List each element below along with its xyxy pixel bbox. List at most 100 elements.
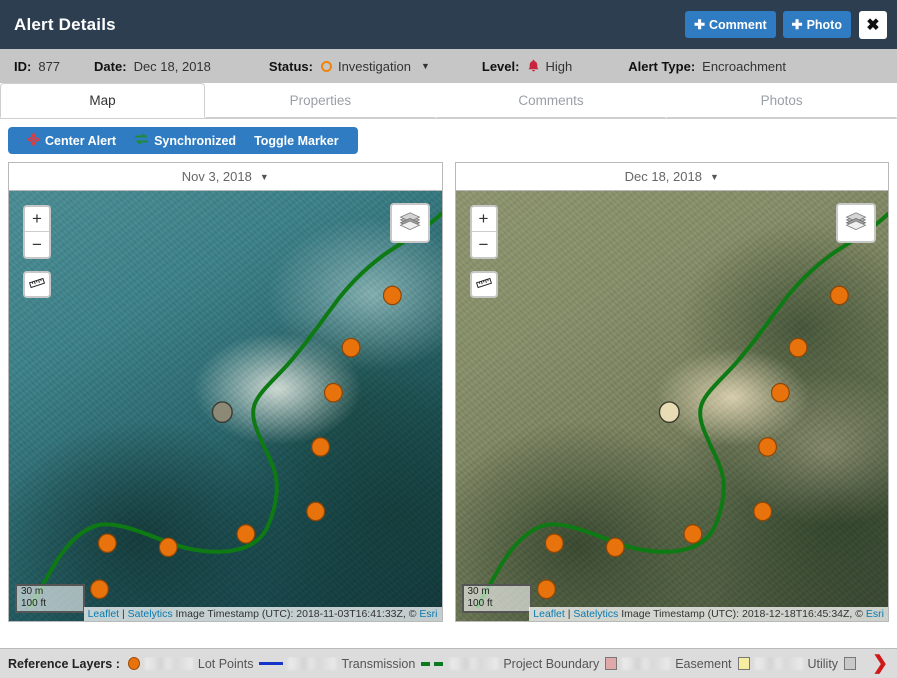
tab-properties[interactable]: Properties	[205, 83, 436, 118]
legend-item-label: Project Boundary	[503, 656, 600, 671]
image-timestamp: Image Timestamp (UTC): 2018-12-18T16:45:…	[618, 608, 866, 620]
legend-item[interactable]: Easement	[605, 657, 737, 671]
esri-link[interactable]: Esri	[866, 608, 884, 620]
legend-redacted-text	[754, 657, 803, 670]
legend-item[interactable]: Project Boundary	[421, 657, 605, 671]
add-comment-label: Comment	[709, 17, 767, 32]
plus-icon: ✚	[791, 17, 803, 32]
status-circle-icon	[320, 60, 332, 72]
map-left-date-label: Nov 3, 2018	[181, 169, 252, 184]
toggle-marker-label: Toggle Marker	[254, 133, 339, 148]
map-right-measure-button[interactable]	[469, 271, 498, 298]
ruler-icon	[475, 276, 492, 294]
map-right-canvas[interactable]: + − 30 m 100 ft Leaflet | Satelytics Ima…	[455, 191, 888, 621]
legend-item[interactable]	[844, 657, 857, 670]
status-dropdown[interactable]: Status: Investigation ▼	[269, 59, 430, 74]
legend-item-label: Utility	[807, 656, 839, 671]
tab-photos[interactable]: Photos	[666, 83, 897, 118]
legend-redacted-text	[288, 657, 337, 670]
tab-bar: Map Properties Comments Photos	[0, 83, 897, 119]
tab-comments[interactable]: Comments	[435, 83, 667, 118]
lot-point-marker[interactable]	[341, 337, 361, 358]
legend-title: Reference Layers :	[8, 656, 120, 671]
map-left-overlay-layer	[28, 211, 442, 609]
provider-link[interactable]: Satelytics	[573, 608, 618, 620]
lot-point-marker[interactable]	[306, 501, 326, 522]
chevron-down-icon: ▼	[420, 61, 430, 71]
map-left-measure-button[interactable]	[23, 271, 51, 298]
zoom-out-button[interactable]: −	[25, 232, 49, 257]
lot-point-marker[interactable]	[605, 537, 625, 558]
status-badge: Investigation	[337, 58, 411, 74]
add-comment-button[interactable]: ✚ Comment	[685, 11, 776, 38]
lot-point-marker[interactable]	[544, 533, 564, 554]
lot-point-marker[interactable]	[536, 579, 556, 600]
map-left-date-dropdown[interactable]: Nov 3, 2018 ▼	[9, 163, 442, 191]
map-right-scalebar: 30 m 100 ft	[461, 584, 532, 613]
zoom-in-button[interactable]: +	[25, 207, 49, 232]
map-left-canvas[interactable]: + − 30 m 100 ft Leaflet | Satelytics Ima…	[9, 191, 442, 621]
tab-map[interactable]: Map	[0, 83, 205, 118]
zoom-out-button[interactable]: −	[472, 232, 496, 257]
toggle-marker-button[interactable]: Toggle Marker	[245, 134, 348, 148]
synchronized-toggle[interactable]: Synchronized	[125, 133, 245, 148]
meta-level: Level: High	[482, 59, 572, 74]
bell-icon	[527, 59, 540, 73]
meta-level-value: High	[545, 58, 573, 74]
center-alert-button[interactable]: Center Alert	[18, 131, 125, 149]
page-title: Alert Details	[14, 14, 116, 34]
lot-point-marker[interactable]	[829, 285, 849, 306]
provider-link[interactable]: Satelytics	[128, 608, 173, 620]
chevron-down-icon: ▼	[709, 171, 719, 182]
map-right-date-dropdown[interactable]: Dec 18, 2018 ▼	[455, 163, 888, 191]
lot-point-marker[interactable]	[323, 382, 343, 403]
lot-point-marker[interactable]	[682, 524, 702, 544]
legend-box-icon	[844, 657, 857, 670]
legend-item[interactable]: Lot Points	[127, 657, 260, 671]
lot-point-marker[interactable]	[311, 437, 331, 457]
lot-point-marker[interactable]	[97, 533, 117, 554]
legend-next-arrow[interactable]: ❯	[869, 654, 891, 673]
map-toolbar-container: Center Alert Synchronized Toggle Marker	[0, 119, 897, 162]
lot-point-marker[interactable]	[752, 501, 772, 522]
lot-point-marker[interactable]	[788, 337, 808, 358]
legend-redacted-text	[144, 657, 193, 670]
legend-items-container: Lot Points Transmission Project Boundary Ea…	[127, 656, 869, 671]
legend-redacted-text	[450, 657, 499, 670]
close-button[interactable]: ✖	[859, 10, 887, 39]
map-left-scalebar: 30 m 100 ft	[15, 584, 85, 613]
map-right-zoom-control: + −	[469, 205, 498, 259]
map-panel-right: Dec 18, 2018 ▼ + − 30 m 100 ft Leaflet |…	[454, 162, 889, 622]
leaflet-link[interactable]: Leaflet	[533, 608, 565, 620]
synchronized-label: Synchronized	[154, 133, 237, 148]
zoom-in-button[interactable]: +	[471, 207, 496, 232]
legend-item-label: Transmission	[341, 656, 416, 671]
scale-metric: 30 m	[461, 584, 532, 598]
lot-points-layer-right	[536, 285, 849, 600]
esri-link[interactable]: Esri	[419, 608, 437, 620]
meta-id-value: 877	[38, 58, 61, 74]
lot-point-marker[interactable]	[89, 579, 109, 600]
legend-item-label: Easement	[675, 656, 732, 671]
add-photo-button[interactable]: ✚ Photo	[782, 11, 851, 38]
leaflet-link[interactable]: Leaflet	[88, 608, 120, 620]
legend-redacted-text	[622, 657, 671, 670]
lot-point-marker[interactable]	[382, 285, 402, 306]
alert-marker-left[interactable]	[211, 401, 233, 424]
alert-marker-right[interactable]	[658, 401, 680, 424]
legend-dot-icon	[127, 657, 140, 670]
legend-item[interactable]: Transmission	[259, 657, 421, 671]
center-alert-label: Center Alert	[45, 133, 117, 148]
lot-point-marker[interactable]	[236, 524, 256, 544]
map-left-zoom-control: + −	[23, 205, 51, 259]
lot-point-marker[interactable]	[757, 437, 777, 457]
map-right-date-label: Dec 18, 2018	[624, 169, 702, 184]
lot-point-marker[interactable]	[770, 382, 790, 403]
map-left-layers-button[interactable]	[389, 203, 430, 243]
scale-metric: 30 m	[15, 584, 85, 598]
legend-item[interactable]: Utility	[737, 656, 845, 671]
lot-point-marker[interactable]	[158, 537, 178, 558]
map-right-layers-button[interactable]	[836, 203, 876, 243]
add-photo-label: Photo	[806, 17, 842, 32]
meta-alert-type-value: Encroachment	[702, 58, 786, 74]
